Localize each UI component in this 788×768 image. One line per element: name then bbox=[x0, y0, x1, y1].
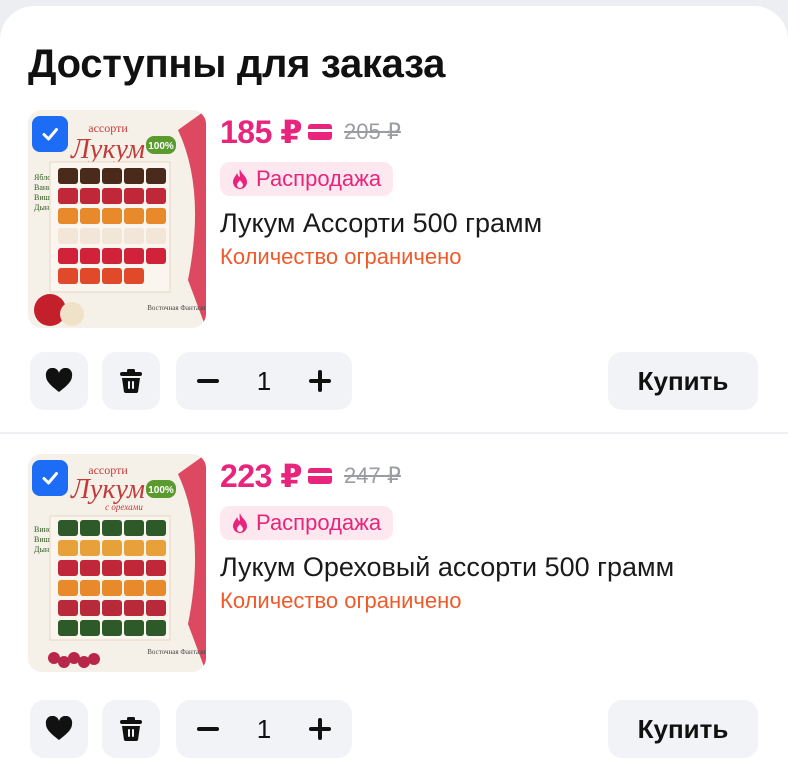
current-price: 185 ₽ bbox=[220, 114, 303, 150]
trash-icon bbox=[120, 717, 142, 742]
increase-button[interactable] bbox=[302, 363, 338, 399]
brand-top-label: ассорти bbox=[88, 121, 128, 135]
card-icon bbox=[308, 468, 333, 484]
check-icon bbox=[42, 472, 58, 485]
natural-label: 100% bbox=[148, 485, 174, 496]
product-name[interactable]: Лукум Ассорти 500 грамм bbox=[220, 206, 760, 240]
increase-button[interactable] bbox=[302, 711, 338, 747]
minus-icon bbox=[197, 727, 219, 731]
delete-button[interactable] bbox=[102, 352, 160, 410]
maker-label: Восточная Фантазия bbox=[147, 648, 206, 656]
price-row: 223 ₽ 247 ₽ bbox=[220, 450, 760, 502]
quantity-stepper: 1 bbox=[176, 700, 352, 758]
heart-icon bbox=[45, 368, 73, 392]
item-divider bbox=[0, 432, 788, 434]
quantity-value: 1 bbox=[256, 365, 272, 396]
old-price: 247 ₽ bbox=[344, 463, 401, 488]
flame-icon bbox=[230, 168, 250, 190]
stock-warning: Количество ограничено bbox=[220, 244, 462, 269]
favorite-button[interactable] bbox=[30, 700, 88, 758]
delete-button[interactable] bbox=[102, 700, 160, 758]
price-row: 185 ₽ 205 ₽ bbox=[220, 106, 760, 158]
minus-icon bbox=[197, 379, 219, 383]
quantity-stepper: 1 bbox=[176, 352, 352, 410]
brand-label: Лукум bbox=[70, 474, 145, 505]
plus-icon bbox=[309, 370, 331, 392]
stock-warning: Количество ограничено bbox=[220, 588, 462, 613]
sale-badge: Распродажа bbox=[220, 162, 394, 196]
heart-icon bbox=[45, 716, 73, 740]
maker-label: Восточная Фантазия bbox=[147, 304, 206, 312]
select-checkbox[interactable] bbox=[32, 116, 68, 152]
order-card: Доступны для заказа ассорти Лукум 100% Я… bbox=[0, 6, 788, 768]
sale-label: Распродажа bbox=[256, 510, 382, 535]
sale-label: Распродажа bbox=[256, 166, 382, 191]
plus-icon bbox=[309, 718, 331, 740]
item-actions: 1 Купить bbox=[0, 700, 788, 758]
decrease-button[interactable] bbox=[190, 711, 226, 747]
favorite-button[interactable] bbox=[30, 352, 88, 410]
trash-icon bbox=[120, 369, 142, 394]
card-icon bbox=[308, 124, 333, 140]
item-actions: 1 Купить bbox=[0, 352, 788, 410]
sale-badge: Распродажа bbox=[220, 506, 394, 540]
subtitle-label: с орехами bbox=[105, 502, 143, 512]
product-info: 223 ₽ 247 ₽ Распродажа Лукум Ореховый ас… bbox=[220, 450, 760, 614]
product-info: 185 ₽ 205 ₽ Распродажа Лукум Ассорти 500… bbox=[220, 106, 760, 270]
brand-label: Лукум bbox=[70, 134, 145, 165]
select-checkbox[interactable] bbox=[32, 460, 68, 496]
quantity-value: 1 bbox=[256, 713, 272, 744]
natural-label: 100% bbox=[148, 141, 174, 152]
buy-button[interactable]: Купить bbox=[608, 700, 758, 758]
old-price: 205 ₽ bbox=[344, 119, 401, 144]
product-name[interactable]: Лукум Ореховый ассорти 500 грамм bbox=[220, 550, 690, 584]
flame-icon bbox=[230, 512, 250, 534]
check-icon bbox=[42, 128, 58, 141]
buy-button[interactable]: Купить bbox=[608, 352, 758, 410]
decrease-button[interactable] bbox=[190, 363, 226, 399]
section-title: Доступны для заказа bbox=[28, 42, 446, 86]
current-price: 223 ₽ bbox=[220, 458, 303, 494]
